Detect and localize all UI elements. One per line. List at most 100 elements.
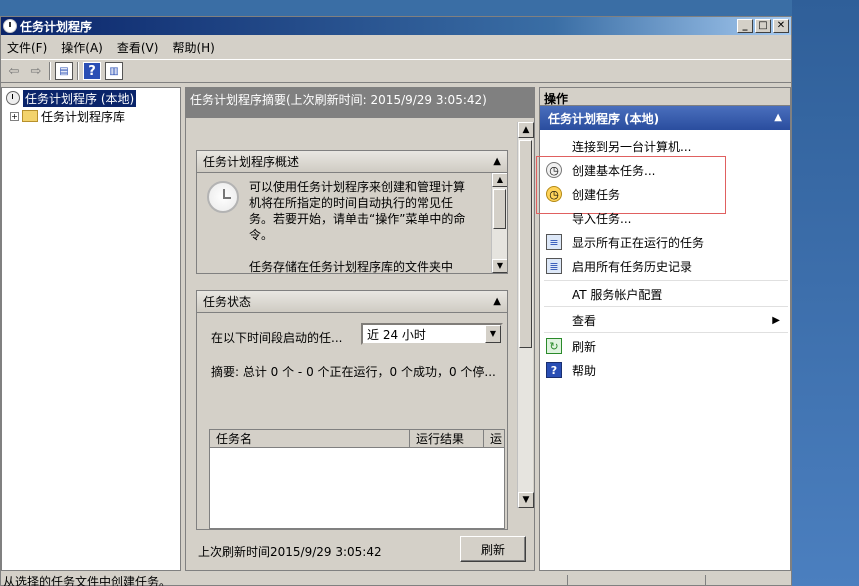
menu-help[interactable]: 帮助(H) — [172, 39, 214, 56]
overview-title: 任务计划程序概述 — [203, 155, 300, 169]
action-label: 创建基本任务... — [572, 163, 656, 178]
action-label: 创建任务 — [572, 187, 621, 202]
action-label: 显示所有正在运行的任务 — [572, 235, 705, 250]
window-title: 任务计划程序 — [20, 19, 93, 34]
overview-body: 可以使用任务计划程序来创建和管理计算机将在所指定的时间自动执行的常见任务。若要开… — [197, 173, 507, 273]
scroll-down-icon[interactable]: ▼ — [492, 259, 507, 273]
action-refresh[interactable]: ↻ 刷新 — [540, 334, 788, 358]
menu-file[interactable]: 文件(F) — [7, 39, 47, 56]
running-tasks-icon: ≡ — [546, 234, 562, 250]
time-range-label: 在以下时间段启动的任... — [211, 331, 343, 345]
forward-arrow-icon[interactable]: ⇨ — [27, 62, 45, 80]
action-label: 帮助 — [572, 363, 597, 378]
tree-item-root[interactable]: 任务计划程序 (本地) — [6, 89, 137, 107]
new-task-icon: ◷ — [546, 186, 562, 202]
action-import-task[interactable]: 导入任务... — [540, 206, 788, 230]
clock-icon: ◷ — [546, 162, 562, 178]
action-enable-history[interactable]: ≣ 启用所有任务历史记录 — [540, 254, 788, 278]
actions-divider — [544, 306, 788, 307]
action-create-basic-task[interactable]: ◷ 创建基本任务... — [540, 158, 788, 182]
tree-item-library[interactable]: + 任务计划程序库 — [10, 108, 125, 124]
task-status-body: 在以下时间段启动的任... 近 24 小时 ▼ 摘要: 总计 0 个 - 0 个… — [197, 313, 507, 529]
action-show-running-tasks[interactable]: ≡ 显示所有正在运行的任务 — [540, 230, 788, 254]
toolbar-separator — [49, 62, 51, 80]
overview-header[interactable]: 任务计划程序概述 ▲ — [197, 151, 507, 173]
console-tree: 任务计划程序 (本地) + 任务计划程序库 — [1, 87, 181, 571]
action-create-task[interactable]: ◷ 创建任务 — [540, 182, 788, 206]
action-label: 刷新 — [572, 339, 597, 354]
summary-header: 任务计划程序摘要(上次刷新时间: 2015/9/29 3:05:42) — [186, 88, 534, 118]
status-panel-divider — [705, 575, 706, 586]
action-at-service-config[interactable]: AT 服务帐户配置 — [540, 282, 788, 306]
task-scheduler-window: 任务计划程序 _ □ ✕ 文件(F) 操作(A) 查看(V) 帮助(H) ⇦ ⇨… — [0, 16, 792, 586]
column-run[interactable]: 运 — [484, 430, 504, 447]
collapse-icon[interactable]: ▲ — [774, 112, 782, 123]
action-label: 导入任务... — [572, 211, 632, 226]
toolbar-separator — [77, 62, 79, 80]
last-refresh-text: 上次刷新时间2015/9/29 3:05:42 — [198, 545, 382, 559]
menu-bar: 文件(F) 操作(A) 查看(V) 帮助(H) — [1, 37, 791, 57]
actions-group-title: 任务计划程序 (本地) — [548, 111, 660, 126]
time-range-select[interactable]: 近 24 小时 ▼ — [361, 323, 503, 345]
scroll-down-icon[interactable]: ▼ — [518, 492, 534, 508]
action-label: 查看 — [572, 313, 597, 328]
expand-icon[interactable]: + — [10, 111, 19, 121]
toolbar: ⇦ ⇨ ▤ ? ▥ — [1, 59, 791, 83]
table-header: 任务名 运行结果 运 — [210, 430, 504, 448]
actions-header: 操作 — [540, 88, 790, 106]
submenu-arrow-icon: ▶ — [772, 314, 780, 326]
column-run-result[interactable]: 运行结果 — [410, 430, 484, 447]
task-status-table: 任务名 运行结果 运 — [209, 429, 505, 529]
task-status-title: 任务状态 — [203, 295, 252, 309]
scroll-thumb[interactable] — [493, 189, 506, 229]
scheduler-clock-icon — [207, 181, 239, 213]
action-label: 连接到另一台计算机... — [572, 139, 692, 154]
tree-item-label: 任务计划程序 (本地) — [23, 89, 137, 107]
overview-section: 任务计划程序概述 ▲ 可以使用任务计划程序来创建和管理计算机将在所指定的时间自动… — [196, 150, 508, 274]
status-text: 从选择的任务文件中创建任务。 — [3, 574, 172, 586]
desktop-background — [792, 0, 859, 586]
maximize-button[interactable]: □ — [755, 19, 771, 33]
menu-action[interactable]: 操作(A) — [61, 39, 103, 56]
clock-icon — [6, 91, 20, 105]
status-summary: 摘要: 总计 0 个 - 0 个正在运行，0 个成功，0 个停... — [211, 365, 496, 379]
action-label: AT 服务帐户配置 — [572, 287, 663, 302]
window-controls: _ □ ✕ — [737, 19, 789, 33]
overview-text-more: 任务存储在任务计划程序库的文件夹中 — [249, 260, 454, 273]
scroll-up-icon[interactable]: ▲ — [492, 173, 507, 187]
action-label: 启用所有任务历史记录 — [572, 259, 693, 274]
action-connect-computer[interactable]: 连接到另一台计算机... — [540, 134, 788, 158]
menu-view[interactable]: 查看(V) — [117, 39, 159, 56]
status-bar: 从选择的任务文件中创建任务。 — [1, 575, 791, 586]
action-help[interactable]: ? 帮助 — [540, 358, 788, 382]
help-icon[interactable]: ? — [83, 62, 101, 80]
back-arrow-icon[interactable]: ⇦ — [5, 62, 23, 80]
task-status-section: 任务状态 ▲ 在以下时间段启动的任... 近 24 小时 ▼ 摘要: 总计 0 … — [196, 290, 508, 530]
actions-divider — [544, 332, 788, 333]
actions-divider — [544, 280, 788, 281]
close-button[interactable]: ✕ — [773, 19, 789, 33]
collapse-icon[interactable]: ▲ — [493, 296, 501, 307]
time-range-value: 近 24 小时 — [367, 327, 426, 342]
refresh-icon: ↻ — [546, 338, 562, 354]
chevron-down-icon[interactable]: ▼ — [485, 325, 501, 343]
help-icon: ? — [546, 362, 562, 378]
column-task-name[interactable]: 任务名 — [210, 430, 410, 447]
scroll-up-icon[interactable]: ▲ — [518, 122, 534, 138]
refresh-button[interactable]: 刷新 — [460, 536, 526, 562]
action-pane-icon[interactable]: ▥ — [105, 62, 123, 80]
minimize-button[interactable]: _ — [737, 19, 753, 33]
console-tree-icon[interactable]: ▤ — [55, 62, 73, 80]
scroll-thumb[interactable] — [519, 140, 532, 348]
actions-group-header[interactable]: 任务计划程序 (本地) ▲ — [540, 106, 790, 130]
actions-pane: 操作 任务计划程序 (本地) ▲ 连接到另一台计算机... ◷ 创建基本任务..… — [536, 87, 791, 571]
overview-text: 可以使用任务计划程序来创建和管理计算机将在所指定的时间自动执行的常见任务。若要开… — [249, 180, 466, 242]
task-status-header[interactable]: 任务状态 ▲ — [197, 291, 507, 313]
summary-scrollbar[interactable]: ▲ ▼ — [517, 122, 534, 508]
overview-scrollbar[interactable]: ▲ ▼ — [491, 173, 507, 273]
collapse-icon[interactable]: ▲ — [493, 156, 501, 167]
action-view[interactable]: 查看 ▶ — [540, 308, 788, 332]
app-clock-icon — [3, 19, 17, 33]
tree-item-label: 任务计划程序库 — [41, 109, 126, 124]
folder-icon — [22, 110, 38, 122]
